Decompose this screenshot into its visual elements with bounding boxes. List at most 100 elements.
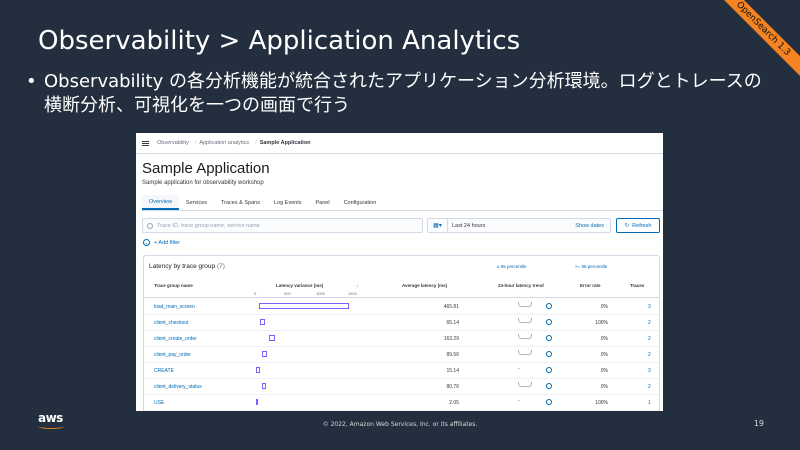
axis-tick: 0 xyxy=(254,291,257,296)
latency-trend-sparkline: - xyxy=(518,366,520,372)
refresh-button[interactable]: ↻ Refresh xyxy=(616,218,660,233)
col-trace-group[interactable]: Trace group name xyxy=(154,283,193,288)
traces-count-link[interactable]: 2 xyxy=(648,320,651,326)
average-latency: 65.14 xyxy=(446,320,459,326)
tab-configuration[interactable]: Configuration xyxy=(337,195,384,210)
axis-tick: 1000 xyxy=(316,291,325,296)
error-rate: 100% xyxy=(595,320,608,326)
search-icon xyxy=(147,222,153,229)
add-filter-link[interactable]: + Add filter xyxy=(154,240,180,246)
col-traces[interactable]: Traces xyxy=(630,283,644,288)
table-row: client_delivery_status 80.76 \____/ 0% 2 xyxy=(144,379,659,395)
traces-count-link[interactable]: 2 xyxy=(648,336,651,342)
sort-arrow-icon[interactable]: ↓ xyxy=(356,283,358,288)
error-rate: 0% xyxy=(600,336,608,342)
table-row: client_create_order 163.29 \____/ 0% 2 xyxy=(144,331,659,347)
tab-bar: Overview Services Traces & Spans Log Eve… xyxy=(142,195,663,211)
error-rate: 100% xyxy=(595,400,608,406)
copyright-footer: © 2022, Amazon Web Services, Inc. or its… xyxy=(322,421,478,428)
tab-log-events[interactable]: Log Events xyxy=(267,195,309,210)
breadcrumb-application-analytics[interactable]: Application analytics xyxy=(199,140,249,146)
zoom-icon[interactable] xyxy=(546,335,552,341)
calendar-icon[interactable]: ▦▾ xyxy=(428,219,448,232)
traces-count-link[interactable]: 2 xyxy=(648,384,651,390)
bullet-point: • Observability の各分析機能が統合されたアプリケーション分析環境… xyxy=(26,70,774,118)
bullet-dot: • xyxy=(26,71,37,92)
latency-variance-bar xyxy=(258,303,349,309)
error-rate: 0% xyxy=(600,384,608,390)
tab-panel[interactable]: Panel xyxy=(308,195,336,210)
app-title: Sample Application xyxy=(142,160,270,177)
page-number: 19 xyxy=(753,419,764,428)
panel-title: Latency by trace group (7) xyxy=(149,263,225,270)
average-latency: 2.05 xyxy=(449,400,459,406)
filter-options-icon[interactable]: ⌄ xyxy=(143,239,150,246)
latency-trend-sparkline: \____/ xyxy=(518,382,532,388)
trace-group-link[interactable]: USE xyxy=(154,400,164,406)
zoom-icon[interactable] xyxy=(546,399,552,405)
axis-tick: 1500 xyxy=(348,291,357,296)
col-latency-variance[interactable]: Latency variance (ms) xyxy=(276,283,323,288)
latency-variance-bar xyxy=(261,351,267,357)
average-latency: 89.56 xyxy=(446,352,459,358)
zoom-icon[interactable] xyxy=(546,303,552,309)
slide-title: Observability > Application Analytics xyxy=(38,26,521,56)
latency-variance-bar xyxy=(256,399,258,405)
col-latency-trend[interactable]: 24-hour latency trend xyxy=(498,283,544,288)
bullet-text: Observability の各分析機能が統合されたアプリケーション分析環境。ロ… xyxy=(44,71,762,116)
latency-variance-bar xyxy=(261,383,266,389)
table-row: USE 2.05 - 100% 1 xyxy=(144,395,659,411)
zoom-icon[interactable] xyxy=(546,351,552,357)
time-range: Last 24 hours xyxy=(452,222,486,229)
app-screenshot: Observability / Application analytics / … xyxy=(136,133,663,411)
col-error-rate[interactable]: Error rate xyxy=(580,283,601,288)
hamburger-menu-icon[interactable] xyxy=(142,140,149,146)
zoom-icon[interactable] xyxy=(546,319,552,325)
add-filter[interactable]: ⌄ + Add filter xyxy=(143,239,180,246)
latency-trend-sparkline: \____/ xyxy=(518,334,532,340)
error-rate: 0% xyxy=(600,368,608,374)
error-rate: 0% xyxy=(600,304,608,310)
tab-overview[interactable]: Overview xyxy=(142,195,179,210)
refresh-label: Refresh xyxy=(632,222,652,229)
app-subtitle: Sample application for observability wor… xyxy=(142,180,264,186)
traces-count-link[interactable]: 2 xyxy=(648,352,651,358)
traces-count-link[interactable]: 3 xyxy=(648,368,651,374)
latency-variance-bar xyxy=(256,367,260,373)
average-latency: 163.29 xyxy=(443,336,459,342)
trace-group-link[interactable]: client_pay_order xyxy=(154,352,191,358)
average-latency: 465.81 xyxy=(443,304,459,310)
table-row: load_main_screen 465.81 \____/ 0% 3 xyxy=(144,299,659,315)
table-row: client_pay_order 89.56 \____/ 0% 2 xyxy=(144,347,659,363)
breadcrumb-current: Sample Application xyxy=(259,140,311,146)
average-latency: 15.14 xyxy=(446,368,459,374)
legend-lt-95: ≤ 95 percentile xyxy=(497,264,527,269)
breadcrumb-observability[interactable]: Observability xyxy=(157,140,189,146)
table-header: Trace group name Latency variance (ms) ↓… xyxy=(144,278,659,298)
top-bar: Observability / Application analytics / … xyxy=(136,133,663,154)
tab-services[interactable]: Services xyxy=(179,195,214,210)
latency-trend-sparkline: \____/ xyxy=(518,350,532,356)
trace-group-link[interactable]: client_create_order xyxy=(154,336,197,342)
trace-group-link[interactable]: load_main_screen xyxy=(154,304,195,310)
date-picker[interactable]: ▦▾ Last 24 hours Show dates xyxy=(427,218,611,233)
refresh-icon: ↻ xyxy=(624,222,630,229)
latency-trend-sparkline: - xyxy=(518,398,520,404)
latency-variance-bar xyxy=(259,319,265,325)
table-row: client_checkout 65.14 \____/ 100% 2 xyxy=(144,315,659,331)
show-dates-link[interactable]: Show dates xyxy=(575,223,610,229)
zoom-icon[interactable] xyxy=(546,383,552,389)
trace-group-link[interactable]: CREATE xyxy=(154,368,174,374)
search-placeholder: Trace ID, trace group name, service name xyxy=(157,222,260,229)
traces-count-link[interactable]: 3 xyxy=(648,304,651,310)
trace-group-link[interactable]: client_delivery_status xyxy=(154,384,202,390)
latency-trend-sparkline: \____/ xyxy=(518,318,532,324)
search-input[interactable]: Trace ID, trace group name, service name xyxy=(142,218,423,233)
trace-group-link[interactable]: client_checkout xyxy=(154,320,188,326)
axis-tick: 500 xyxy=(284,291,291,296)
col-average-latency[interactable]: Average latency (ms) xyxy=(402,283,447,288)
latency-trend-sparkline: \____/ xyxy=(518,302,532,308)
tab-traces-spans[interactable]: Traces & Spans xyxy=(214,195,267,210)
zoom-icon[interactable] xyxy=(546,367,552,373)
traces-count-link[interactable]: 1 xyxy=(648,400,651,406)
